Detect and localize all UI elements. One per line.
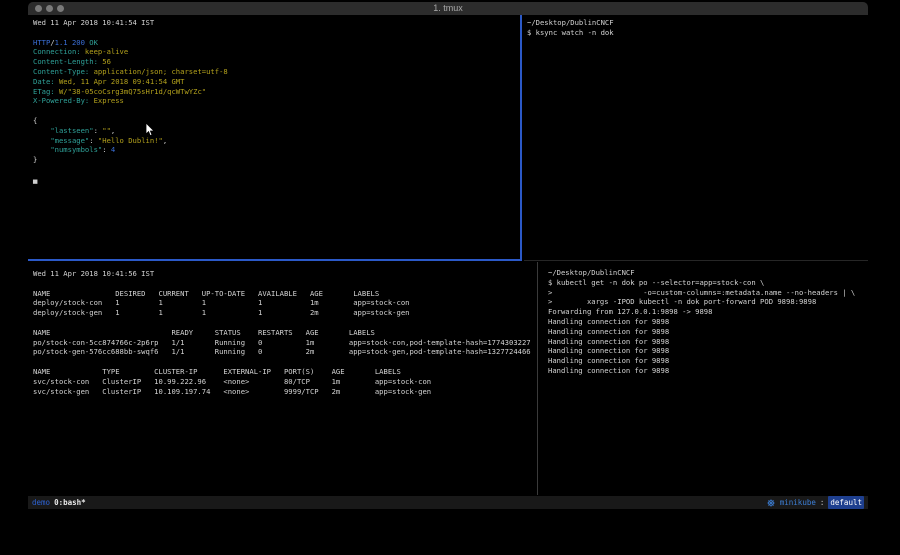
terminal-line: Handling connection for 9898	[548, 337, 868, 347]
terminal-line: ~/Desktop/DublinCNCF	[527, 18, 868, 28]
terminal-text-segment: X-Powered-By:	[33, 96, 89, 105]
terminal-line: $ kubectl get -n dok po --selector=app=s…	[548, 278, 868, 288]
terminal-text-segment: Content-Length:	[33, 57, 98, 66]
terminal-text-segment: 1.1	[55, 38, 68, 47]
terminal-line: Connection: keep-alive	[33, 47, 525, 57]
window-title: 1. tmux	[28, 2, 868, 15]
terminal-text-segment: "lastseen"	[50, 126, 93, 135]
terminal-line: ~/Desktop/DublinCNCF	[548, 268, 868, 278]
terminal-text-segment: }	[33, 155, 37, 164]
terminal-text-segment: Express	[89, 96, 124, 105]
kube-namespace-badge: default	[828, 496, 864, 509]
pane-port-forward[interactable]: ~/Desktop/DublinCNCF$ kubectl get -n dok…	[538, 262, 868, 496]
terminal-line: deploy/stock-gen 1 1 1 1 2m app=stock-ge…	[33, 308, 542, 318]
terminal-line: ETag: W/"38-05coCsrg3mQ75sHr1d/qcWTwYZc"	[33, 87, 525, 97]
terminal-text-segment: :	[89, 136, 98, 145]
terminal-line	[33, 279, 542, 289]
terminal-line: "numsymbols": 4	[33, 145, 525, 155]
terminal-line: }	[33, 155, 525, 165]
terminal-line	[33, 28, 525, 38]
terminal-line: po/stock-con-5cc874766c-2p6rp 1/1 Runnin…	[33, 338, 542, 348]
terminal-line: Handling connection for 9898	[548, 317, 868, 327]
terminal-text-segment: ,	[163, 136, 167, 145]
terminal-text-segment: 56	[98, 57, 111, 66]
terminal-line: ▄	[33, 175, 525, 185]
terminal-text-segment	[33, 136, 50, 145]
pane-http-response[interactable]: Wed 11 Apr 2018 10:41:54 IST HTTP/1.1 20…	[28, 15, 525, 261]
terminal-text-segment	[33, 126, 50, 135]
pane-ksync-watch[interactable]: ~/Desktop/DublinCNCF$ ksync watch -n dok	[523, 15, 868, 261]
terminal-text-segment: "numsymbols"	[50, 145, 102, 154]
terminal-line: > -o=custom-columns=:metadata.name --no-…	[548, 288, 868, 298]
terminal-line: Date: Wed, 11 Apr 2018 09:41:54 GMT	[33, 77, 525, 87]
terminal-line: svc/stock-con ClusterIP 10.99.222.96 <no…	[33, 377, 542, 387]
terminal-text-segment: 200	[72, 38, 85, 47]
tmux-window-tab[interactable]: 0:bash*	[54, 496, 86, 509]
terminal-text-segment: keep-alive	[81, 47, 129, 56]
terminal-line: Content-Length: 56	[33, 57, 525, 67]
terminal-text-segment: Connection:	[33, 47, 81, 56]
terminal-text-segment: ETag:	[33, 87, 55, 96]
tmux-status-bar: demo 0:bash* minikube:default	[28, 496, 868, 509]
tmux-terminal: Wed 11 Apr 2018 10:41:54 IST HTTP/1.1 20…	[28, 15, 868, 509]
terminal-text-segment: Wed 11 Apr 2018 10:41:54 IST	[33, 18, 154, 27]
context-separator: :	[820, 496, 825, 509]
terminal-line: Handling connection for 9898	[548, 327, 868, 337]
terminal-line: svc/stock-gen ClusterIP 10.109.197.74 <n…	[33, 387, 542, 397]
terminal-text-segment: application/json; charset=utf-8	[89, 67, 227, 76]
terminal-line: X-Powered-By: Express	[33, 96, 525, 106]
pane-kubectl-get[interactable]: Wed 11 Apr 2018 10:41:56 IST NAME DESIRE…	[28, 262, 542, 496]
terminal-line: Handling connection for 9898	[548, 346, 868, 356]
terminal-line: Handling connection for 9898	[548, 356, 868, 366]
terminal-text-segment: HTTP	[33, 38, 50, 47]
terminal-text-segment: Content-Type:	[33, 67, 89, 76]
terminal-text-segment: :	[94, 126, 103, 135]
terminal-line: > xargs -IPOD kubectl -n dok port-forwar…	[548, 297, 868, 307]
terminal-line: po/stock-gen-576cc688bb-swqf6 1/1 Runnin…	[33, 347, 542, 357]
terminal-line: Wed 11 Apr 2018 10:41:54 IST	[33, 18, 525, 28]
terminal-text-segment	[33, 145, 50, 154]
terminal-line: Content-Type: application/json; charset=…	[33, 67, 525, 77]
status-bar-right: minikube:default	[767, 496, 864, 509]
terminal-line: Forwarding from 127.0.0.1:9898 -> 9898	[548, 307, 868, 317]
terminal-text-segment: W/"38-05coCsrg3mQ75sHr1d/qcWTwYZc"	[55, 87, 206, 96]
terminal-line: Handling connection for 9898	[548, 366, 868, 376]
tmux-session-name: demo	[32, 496, 50, 509]
terminal-text-segment: OK	[89, 38, 98, 47]
terminal-line: "lastseen": "",	[33, 126, 525, 136]
terminal-text-segment: ▄	[33, 175, 37, 184]
terminal-line: $ ksync watch -n dok	[527, 28, 868, 38]
terminal-line: NAME DESIRED CURRENT UP-TO-DATE AVAILABL…	[33, 289, 542, 299]
mouse-arrow-icon	[145, 123, 155, 137]
terminal-text-segment: Wed, 11 Apr 2018 09:41:54 GMT	[55, 77, 185, 86]
terminal-text-segment: :	[102, 145, 111, 154]
terminal-text-segment: 4	[111, 145, 115, 154]
terminal-line: deploy/stock-con 1 1 1 1 1m app=stock-co…	[33, 298, 542, 308]
terminal-line: Wed 11 Apr 2018 10:41:56 IST	[33, 269, 542, 279]
pane-divider-vertical-top[interactable]	[520, 15, 522, 261]
terminal-text-segment: ,	[111, 126, 115, 135]
terminal-line: NAME TYPE CLUSTER-IP EXTERNAL-IP PORT(S)…	[33, 367, 542, 377]
terminal-line	[33, 357, 542, 367]
terminal-line: {	[33, 116, 525, 126]
terminal-text-segment: {	[33, 116, 37, 125]
terminal-line: HTTP/1.1 200 OK	[33, 38, 525, 48]
terminal-line	[33, 165, 525, 175]
terminal-line: NAME READY STATUS RESTARTS AGE LABELS	[33, 328, 542, 338]
terminal-line	[33, 106, 525, 116]
terminal-text-segment: Date:	[33, 77, 55, 86]
pane-divider-horizontal-left[interactable]	[28, 259, 522, 261]
terminal-line	[33, 318, 542, 328]
window-titlebar[interactable]: 1. tmux	[28, 2, 868, 15]
status-bar-left: demo 0:bash*	[32, 496, 86, 509]
kube-context-label: minikube	[780, 496, 816, 509]
kubernetes-icon	[767, 499, 775, 507]
terminal-text-segment: ""	[102, 126, 111, 135]
terminal-text-segment: "message"	[50, 136, 89, 145]
terminal-line: "message": "Hello Dublin!",	[33, 136, 525, 146]
terminal-window: 1. tmux Wed 11 Apr 2018 10:41:54 IST HTT…	[28, 2, 868, 509]
